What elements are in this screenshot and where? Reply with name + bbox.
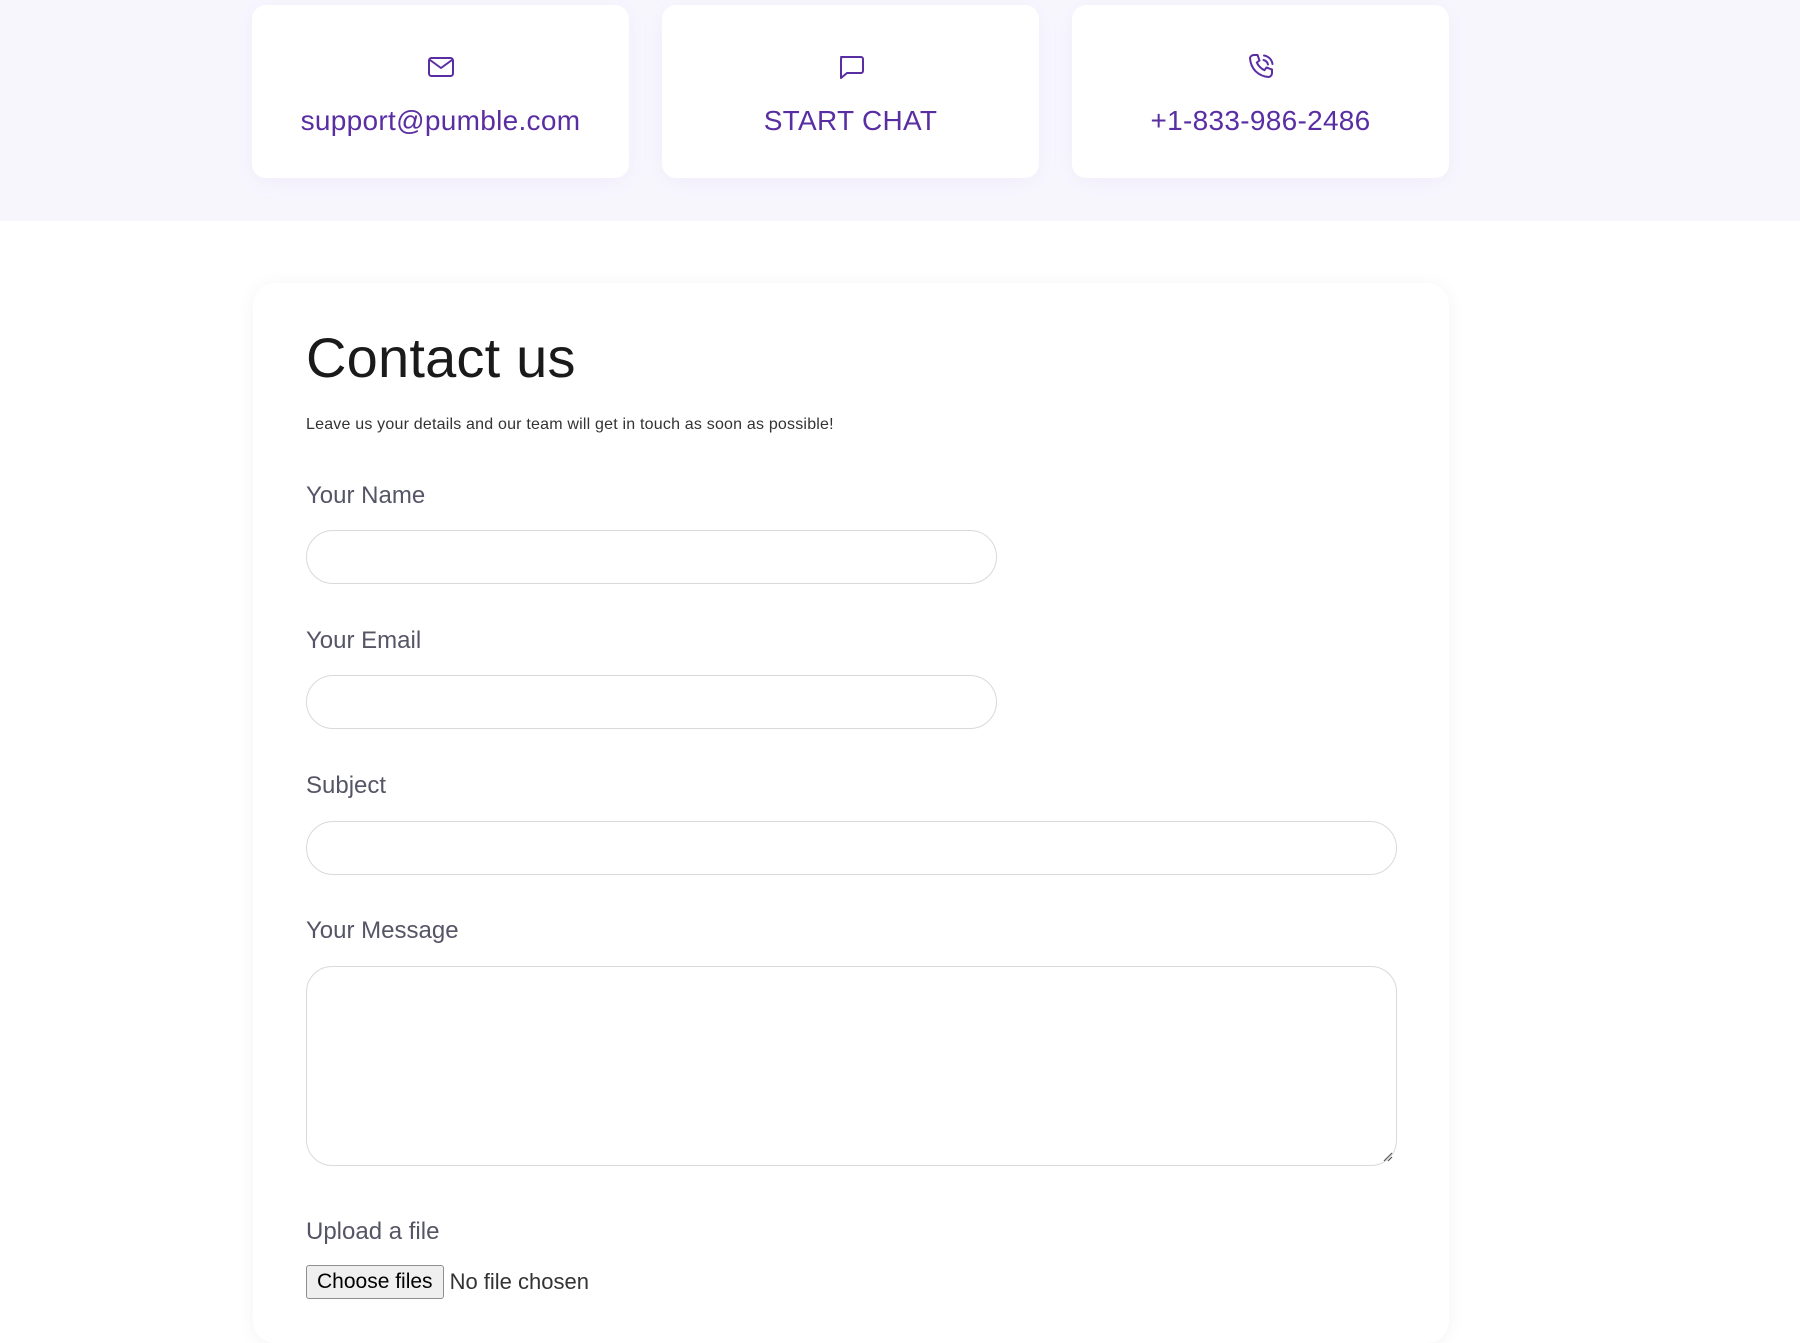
- contact-form-card: Contact us Leave us your details and our…: [253, 283, 1449, 1343]
- subject-input[interactable]: [306, 821, 1397, 875]
- resize-grip-icon[interactable]: [1381, 1150, 1393, 1162]
- start-chat-label: START CHAT: [763, 105, 938, 136]
- phone-support-card[interactable]: +1-833-986-2486: [1072, 5, 1449, 178]
- name-input[interactable]: [306, 530, 997, 584]
- file-upload-control: Choose files No file chosen: [306, 1265, 589, 1299]
- phone-number-label: +1-833-986-2486: [1150, 105, 1371, 136]
- name-field-label: Your Name: [306, 482, 426, 509]
- upload-field-label: Upload a file: [306, 1218, 440, 1245]
- phone-call-icon: [1245, 51, 1277, 83]
- email-input[interactable]: [306, 675, 997, 729]
- email-field-label: Your Email: [306, 627, 422, 654]
- email-support-card[interactable]: support@pumble.com: [252, 5, 629, 178]
- choose-files-button[interactable]: Choose files: [306, 1265, 444, 1299]
- message-textarea[interactable]: [306, 966, 1397, 1166]
- subject-field-label: Subject: [306, 772, 387, 799]
- start-chat-card[interactable]: START CHAT: [662, 5, 1039, 178]
- form-subtitle: Leave us your details and our team will …: [306, 416, 834, 433]
- page-title: Contact us: [306, 326, 576, 389]
- file-status-text: No file chosen: [449, 1269, 589, 1294]
- email-address-label: support@pumble.com: [300, 105, 581, 136]
- chat-bubble-icon: [835, 51, 867, 83]
- message-field-label: Your Message: [306, 917, 459, 944]
- mail-icon: [425, 51, 457, 83]
